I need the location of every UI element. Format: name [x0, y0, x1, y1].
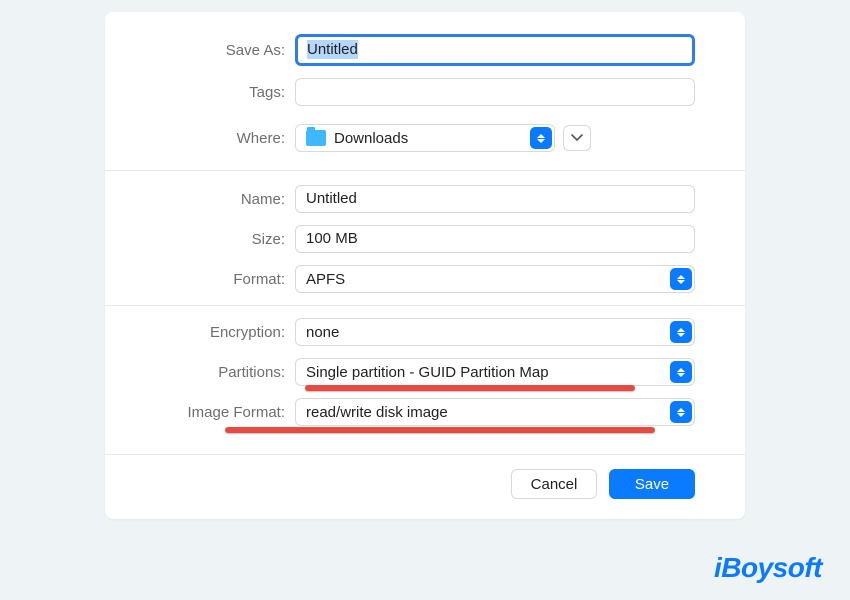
- save-button[interactable]: Save: [609, 469, 695, 499]
- button-bar: Cancel Save: [105, 454, 745, 499]
- where-value: Downloads: [334, 130, 408, 147]
- name-input[interactable]: Untitled: [295, 185, 695, 213]
- cancel-button[interactable]: Cancel: [511, 469, 597, 499]
- image-format-select[interactable]: read/write disk image: [295, 398, 695, 426]
- save-as-input[interactable]: Untitled: [295, 34, 695, 66]
- tags-label: Tags:: [155, 84, 295, 101]
- folder-icon: [306, 130, 326, 146]
- size-input[interactable]: 100 MB: [295, 225, 695, 253]
- format-select[interactable]: APFS: [295, 265, 695, 293]
- disk-info-section: Name: Untitled Size: 100 MB Format: APFS: [105, 170, 745, 305]
- save-as-label: Save As:: [155, 42, 295, 59]
- updown-icon: [670, 268, 692, 290]
- encryption-select[interactable]: none: [295, 318, 695, 346]
- partitions-select[interactable]: Single partition - GUID Partition Map: [295, 358, 695, 386]
- image-format-label: Image Format:: [155, 404, 295, 421]
- updown-icon: [670, 401, 692, 423]
- save-section: Save As: Untitled Tags: Where: Downloads: [105, 12, 745, 170]
- highlight-annotation: [305, 385, 635, 391]
- updown-icon: [530, 127, 552, 149]
- format-label: Format:: [155, 271, 295, 288]
- save-dialog-sheet: Save As: Untitled Tags: Where: Downloads: [105, 12, 745, 519]
- updown-icon: [670, 361, 692, 383]
- where-select[interactable]: Downloads: [295, 124, 555, 152]
- chevron-down-icon: [571, 134, 583, 142]
- watermark-logo: iBoysoft: [714, 552, 822, 584]
- expand-button[interactable]: [563, 125, 591, 151]
- updown-icon: [670, 321, 692, 343]
- encryption-label: Encryption:: [155, 324, 295, 341]
- partitions-label: Partitions:: [155, 364, 295, 381]
- name-label: Name:: [155, 191, 295, 208]
- size-label: Size:: [155, 231, 295, 248]
- where-label: Where:: [155, 130, 295, 147]
- advanced-section: Encryption: none Partitions: Single part…: [105, 305, 745, 454]
- highlight-annotation: [225, 427, 655, 433]
- tags-input[interactable]: [295, 78, 695, 106]
